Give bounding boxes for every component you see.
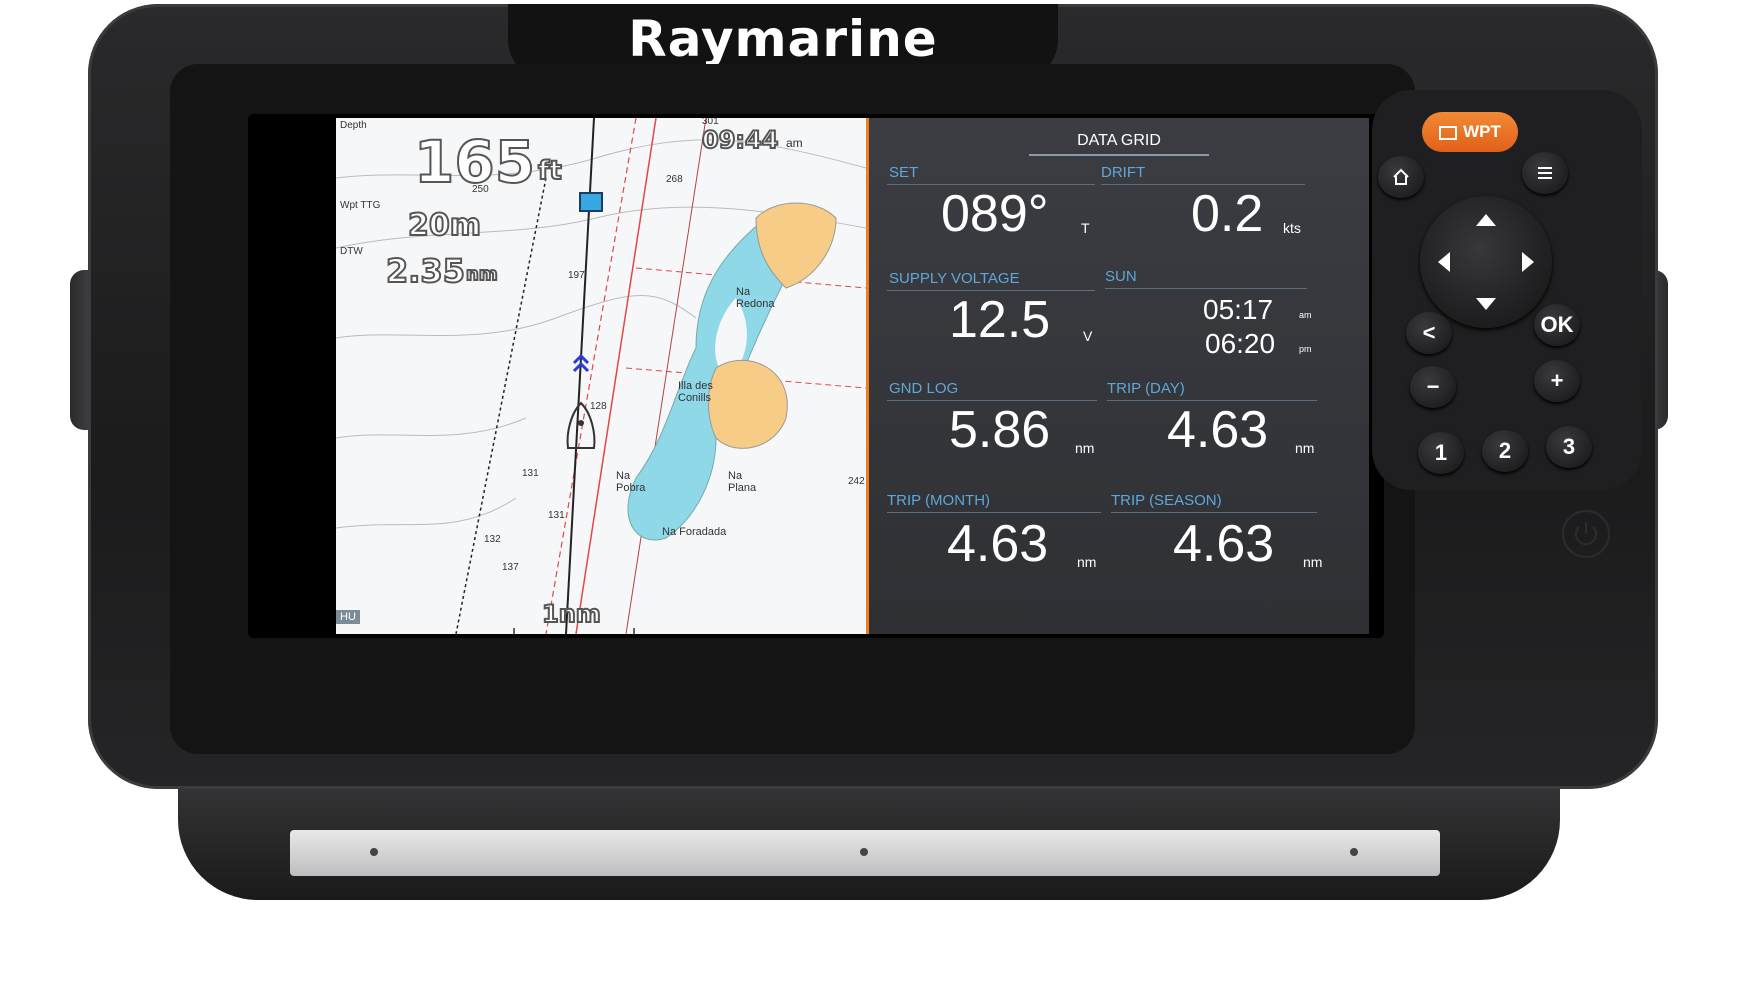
cell-value-set: 089° <box>941 185 1049 243</box>
orientation-badge[interactable]: HU <box>336 610 360 624</box>
cell-unit-trip-day: nm <box>1295 440 1315 456</box>
cell-unit-trip-month: nm <box>1077 554 1097 570</box>
home-icon <box>1393 168 1409 185</box>
place-label: Na Redona <box>736 286 775 310</box>
sounding: 242 <box>848 476 865 487</box>
cell-value-drift: 0.2 <box>1191 185 1264 243</box>
cell-value-trip-month: 4.63 <box>947 515 1049 573</box>
keypad: WPT < OK − + 1 2 3 <box>1372 90 1642 490</box>
cell-label-trip-day: TRIP (DAY) <box>1107 380 1185 397</box>
sounding: 197 <box>568 270 585 281</box>
sounding: 131 <box>548 510 565 521</box>
back-button[interactable]: < <box>1406 312 1452 354</box>
screw-hole <box>860 848 868 856</box>
cell-value-supply-voltage: 12.5 <box>949 291 1051 349</box>
minus-button[interactable]: − <box>1410 366 1456 408</box>
number-1-button[interactable]: 1 <box>1418 432 1464 474</box>
number-2-button[interactable]: 2 <box>1482 430 1528 472</box>
bracket-crossbar <box>290 830 1440 876</box>
power-icon <box>1575 522 1597 546</box>
cell-value-trip-season: 4.63 <box>1173 515 1275 573</box>
cell-label-set: SET <box>889 164 919 181</box>
island-illa-des-conills <box>708 359 788 449</box>
cell-label-trip-season: TRIP (SEASON) <box>1111 492 1222 509</box>
cell-unit-trip-season: nm <box>1303 554 1323 570</box>
cell-value-trip-day: 4.63 <box>1167 401 1269 459</box>
ok-button[interactable]: OK <box>1534 304 1580 346</box>
number-3-button[interactable]: 3 <box>1546 426 1592 468</box>
chart-pane[interactable]: Depth 165 ft Wpt TTG 20m DTW 2.35 nm 09:… <box>336 118 869 634</box>
sounding: 132 <box>484 534 501 545</box>
depth-unit: ft <box>537 155 563 187</box>
cell-label-gnd-log: GND LOG <box>889 380 959 397</box>
wpt-label: WPT <box>1463 122 1501 141</box>
wpt-ttg-value: 20m <box>407 207 482 244</box>
scale-bar <box>513 628 635 634</box>
menu-button[interactable] <box>1522 152 1568 194</box>
screw-hole <box>1350 848 1358 856</box>
title-underline <box>1029 154 1209 156</box>
wpt-ttg-label: Wpt TTG <box>340 200 381 211</box>
dtw-unit: nm <box>465 263 499 286</box>
sounding: 137 <box>502 562 519 573</box>
dtw-label: DTW <box>340 246 363 257</box>
place-label: Na Plana <box>728 470 757 494</box>
plus-button[interactable]: + <box>1534 360 1580 402</box>
cell-divider <box>887 512 1101 513</box>
arrow-right-icon[interactable] <box>1522 252 1534 272</box>
flag-icon <box>1439 125 1458 140</box>
cell-unit-set: T <box>1081 220 1090 236</box>
arrow-left-icon[interactable] <box>1438 252 1450 272</box>
sounding: 131 <box>522 468 539 479</box>
cell-divider <box>1105 288 1307 289</box>
cell-label-trip-month: TRIP (MONTH) <box>887 492 991 509</box>
cell-label-drift: DRIFT <box>1101 164 1146 181</box>
sounding: 250 <box>472 184 489 195</box>
sounding: 128 <box>590 401 607 412</box>
place-label: Illa des Conills <box>678 380 713 404</box>
waypoint-marker <box>579 192 603 212</box>
wpt-button[interactable]: WPT <box>1422 112 1518 152</box>
depth-contour <box>336 497 517 529</box>
track-line <box>455 177 547 634</box>
cell-label-supply-voltage: SUPPLY VOLTAGE <box>889 270 1020 287</box>
cell-unit-drift: kts <box>1283 220 1301 236</box>
cell-value-gnd-log: 5.86 <box>949 401 1051 459</box>
depth-label: Depth <box>340 120 367 131</box>
place-label: Na Foradada <box>662 526 727 538</box>
cell-unit-supply-voltage: V <box>1083 328 1093 344</box>
cell-divider <box>1111 512 1317 513</box>
brand-logo: Raymarine <box>628 10 938 68</box>
display-screen: Depth 165 ft Wpt TTG 20m DTW 2.35 nm 09:… <box>248 114 1384 638</box>
clock-ampm: am <box>786 136 803 150</box>
arrow-down-icon[interactable] <box>1476 298 1496 310</box>
power-button[interactable] <box>1562 510 1610 558</box>
home-button[interactable] <box>1378 156 1424 198</box>
arrow-up-icon[interactable] <box>1476 214 1496 226</box>
place-label: Na Pobra <box>616 470 646 494</box>
sunrise-ampm: am <box>1299 310 1312 320</box>
data-grid-pane[interactable]: DATA GRID SET 089° T DRIFT 0.2 kts SUPPL… <box>869 118 1369 634</box>
scale-label: 1nm <box>541 599 602 629</box>
sunrise-time: 05:17 <box>1203 294 1274 325</box>
sounding: 301 <box>702 118 719 127</box>
data-grid-title: DATA GRID <box>1077 132 1161 149</box>
sunset-time: 06:20 <box>1205 328 1276 359</box>
screw-hole <box>370 848 378 856</box>
cell-label-sun: SUN <box>1105 268 1137 285</box>
sounding: 268 <box>666 174 683 185</box>
clock-time: 09:44 <box>701 125 779 155</box>
cell-unit-gnd-log: nm <box>1075 440 1095 456</box>
menu-icon <box>1538 167 1552 179</box>
directional-pad[interactable] <box>1420 196 1552 328</box>
dtw-value: 2.35 <box>385 251 466 291</box>
sunset-ampm: pm <box>1299 344 1312 354</box>
vessel-position <box>578 420 584 426</box>
